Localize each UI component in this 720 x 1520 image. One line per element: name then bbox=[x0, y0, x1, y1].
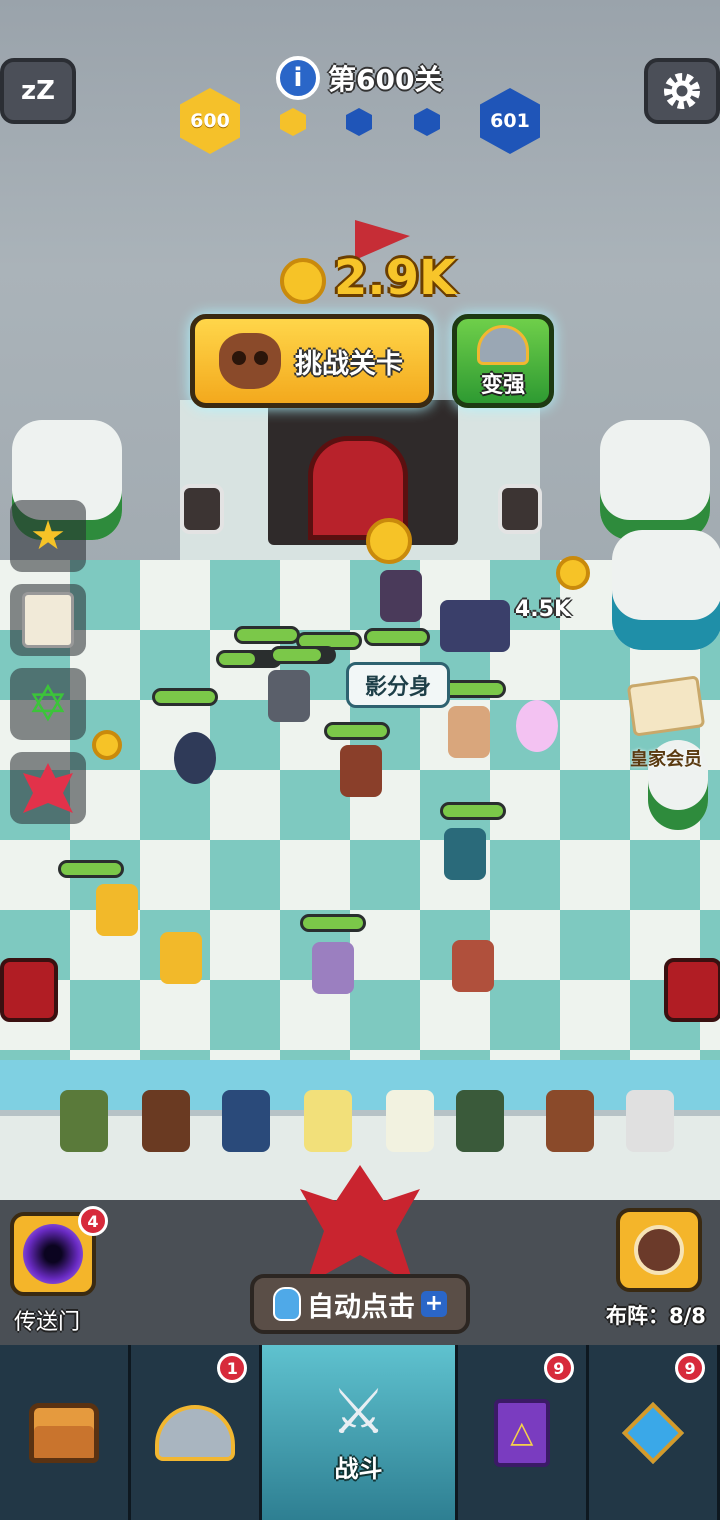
sleep-icon: zZ bbox=[21, 76, 55, 106]
heroes-badge: 1 bbox=[217, 1353, 248, 1383]
enemy-ghost-unit bbox=[516, 700, 558, 752]
royal-member-card-icon[interactable] bbox=[626, 675, 706, 737]
bench-hero[interactable] bbox=[456, 1090, 504, 1152]
spellbook-badge: 9 bbox=[543, 1353, 574, 1383]
gold-coin-icon bbox=[280, 258, 326, 304]
hexagram-icon: ✡ bbox=[27, 675, 69, 733]
leaderboard-button[interactable]: ★ bbox=[10, 500, 86, 572]
plus-icon: + bbox=[421, 1291, 447, 1317]
coin-drop-icon bbox=[556, 556, 590, 590]
enemy-dragon-unit bbox=[440, 600, 510, 652]
snow-tree-right bbox=[600, 420, 710, 540]
leaderboard-icon: ★ bbox=[30, 513, 66, 559]
challenge-level-label: 挑战关卡 bbox=[295, 348, 403, 380]
settings-button[interactable] bbox=[644, 58, 720, 124]
gear-icon bbox=[664, 73, 700, 109]
bench-hero[interactable] bbox=[626, 1090, 674, 1152]
scroll-icon bbox=[22, 592, 74, 648]
portal-icon bbox=[23, 1224, 83, 1284]
tap-hand-icon bbox=[273, 1287, 301, 1321]
auto-click-button[interactable]: 自动点击 + bbox=[250, 1274, 470, 1334]
bench-hero[interactable] bbox=[222, 1090, 270, 1152]
red-leaf-button[interactable] bbox=[10, 752, 86, 824]
red-leaf-icon bbox=[23, 763, 73, 813]
ally-unit bbox=[160, 932, 202, 984]
tab-battle[interactable]: ⚔ 战斗 bbox=[262, 1345, 458, 1520]
formation-icon bbox=[634, 1225, 684, 1275]
ally-hp-bar bbox=[440, 802, 506, 820]
skull-icon bbox=[219, 333, 281, 389]
formation-count: 布阵：8/8 bbox=[606, 1304, 706, 1328]
enemy-unit bbox=[268, 670, 310, 722]
enemy-hp-bar bbox=[270, 646, 336, 664]
treasure-chest-icon bbox=[29, 1402, 100, 1463]
enemy-unit bbox=[380, 570, 422, 622]
formation-button[interactable] bbox=[616, 1208, 702, 1292]
battle-scene: 4.5K 影分身 皇家会员 bbox=[0, 0, 720, 1345]
enemy-spiky-unit bbox=[174, 732, 216, 784]
ally-unit bbox=[452, 940, 494, 992]
bottom-nav: 1 ⚔ 战斗 △ 9 9 bbox=[0, 1345, 720, 1520]
enemy-unit bbox=[448, 706, 490, 758]
reward-amount: 2.9K bbox=[334, 250, 457, 306]
tab-battle-label: 战斗 bbox=[334, 1455, 383, 1483]
tab-amulet[interactable]: 9 bbox=[588, 1345, 720, 1520]
tab-treasure[interactable] bbox=[0, 1345, 132, 1520]
royal-member-label[interactable]: 皇家会员 bbox=[630, 745, 702, 771]
crossed-swords-icon: ⚔ bbox=[330, 1375, 387, 1448]
bench-hero[interactable] bbox=[546, 1090, 594, 1152]
coin-drop-icon bbox=[92, 730, 122, 760]
ally-unit bbox=[312, 942, 354, 994]
bench-hero[interactable] bbox=[304, 1090, 352, 1152]
bench-hero[interactable] bbox=[60, 1090, 108, 1152]
sleep-button[interactable]: zZ bbox=[0, 58, 76, 124]
tab-heroes[interactable]: 1 bbox=[131, 1345, 263, 1520]
info-icon[interactable]: i bbox=[276, 56, 320, 100]
portal-badge: 4 bbox=[78, 1206, 108, 1236]
amulet-badge: 9 bbox=[675, 1353, 706, 1383]
level-title: 第600关 bbox=[328, 63, 443, 96]
enemy-unit bbox=[340, 745, 382, 797]
auto-click-label: 自动点击 bbox=[307, 1291, 415, 1323]
brazier-right bbox=[664, 958, 720, 1022]
tab-spellbook[interactable]: △ 9 bbox=[457, 1345, 589, 1520]
power-up-button[interactable]: 变强 bbox=[452, 314, 554, 408]
brazier-left bbox=[0, 958, 58, 1022]
portal-label: 传送门 bbox=[14, 1310, 81, 1335]
quest-scroll-button[interactable] bbox=[10, 584, 86, 656]
enemy-hp-bar bbox=[324, 722, 390, 740]
hexagram-button[interactable]: ✡ bbox=[10, 668, 86, 740]
ally-unit bbox=[96, 884, 138, 936]
winged-helmet-icon bbox=[477, 325, 529, 365]
enemy-hp-bar bbox=[364, 628, 430, 646]
coin-drop-amount: 4.5K bbox=[515, 597, 572, 622]
ally-hp-bar bbox=[300, 914, 366, 932]
skill-tag: 影分身 bbox=[346, 662, 451, 708]
ally-unit bbox=[444, 828, 486, 880]
challenge-level-button[interactable]: 挑战关卡 bbox=[190, 314, 434, 408]
barrel-right bbox=[498, 484, 542, 534]
bench-hero[interactable] bbox=[142, 1090, 190, 1152]
snow-tree-right-blue bbox=[612, 530, 720, 650]
enemy-hp-bar bbox=[234, 626, 300, 644]
power-up-label: 变强 bbox=[480, 373, 525, 398]
amulet-icon bbox=[621, 1401, 685, 1464]
bench-hero[interactable] bbox=[386, 1090, 434, 1152]
viking-helmet-icon bbox=[155, 1404, 236, 1461]
ally-hp-bar bbox=[58, 860, 124, 878]
spellbook-icon: △ bbox=[493, 1398, 550, 1467]
coin-drop-icon bbox=[366, 518, 412, 564]
barrel-left bbox=[180, 484, 224, 534]
enemy-hp-bar bbox=[152, 688, 218, 706]
